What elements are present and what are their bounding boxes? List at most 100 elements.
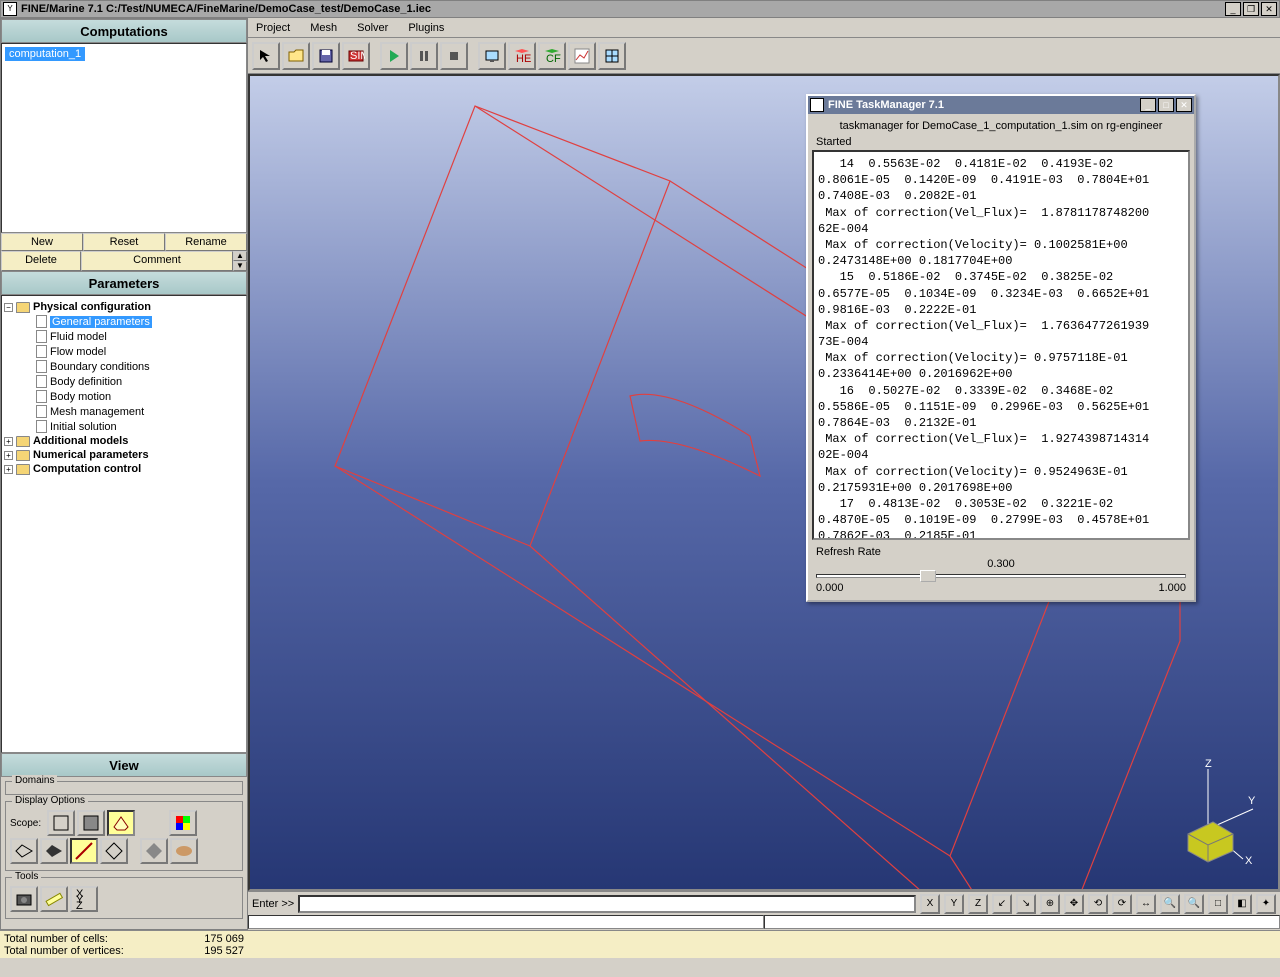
tool-grid[interactable] — [598, 42, 626, 70]
render-button[interactable]: ✦ — [1256, 894, 1276, 914]
view-btn-5[interactable]: ⟲ — [1088, 894, 1108, 914]
vertices-label: Total number of vertices: — [4, 945, 124, 957]
command-input[interactable] — [298, 895, 916, 913]
refresh-rate-slider[interactable] — [816, 574, 1186, 578]
menu-plugins[interactable]: Plugins — [404, 20, 448, 36]
close-button[interactable]: ✕ — [1261, 2, 1277, 16]
expand-icon[interactable]: + — [4, 437, 13, 446]
svg-text:HEX: HEX — [516, 53, 531, 65]
disp-btn-2[interactable] — [40, 838, 68, 864]
axis-z-button[interactable]: Z — [968, 894, 988, 914]
scope-btn-2[interactable] — [77, 810, 105, 836]
maximize-button[interactable]: ❐ — [1243, 2, 1259, 16]
tm-minimize-button[interactable]: _ — [1140, 98, 1156, 112]
scope-btn-3[interactable] — [107, 810, 135, 836]
tree-mesh-management[interactable]: Mesh management — [4, 404, 244, 419]
palette-btn[interactable] — [169, 810, 197, 836]
expand-icon[interactable]: + — [4, 465, 13, 474]
tm-close-button[interactable]: ✕ — [1176, 98, 1192, 112]
tool-save[interactable] — [312, 42, 340, 70]
tool-pause[interactable] — [410, 42, 438, 70]
viewport-3d[interactable]: Z Y X Y FINE TaskManager 7.1 _ □ ✕ — [248, 74, 1280, 891]
camera-tool[interactable] — [10, 886, 38, 912]
tm-maximize-button[interactable]: □ — [1158, 98, 1174, 112]
tree-numerical[interactable]: +Numerical parameters — [4, 448, 244, 462]
zoom-out-button[interactable]: 🔍 — [1184, 894, 1204, 914]
menu-solver[interactable]: Solver — [353, 20, 392, 36]
tree-label: General parameters — [50, 316, 152, 328]
minimize-button[interactable]: _ — [1225, 2, 1241, 16]
tree-label: Initial solution — [50, 421, 117, 433]
tree-additional[interactable]: +Additional models — [4, 434, 244, 448]
tree-flow-model[interactable]: Flow model — [4, 344, 244, 359]
spin-up[interactable]: ▲ — [233, 251, 247, 261]
tree-body-definition[interactable]: Body definition — [4, 374, 244, 389]
scope-btn-1[interactable] — [47, 810, 75, 836]
taskmanager-status: Started — [812, 134, 1190, 150]
axis-y-button[interactable]: Y — [944, 894, 964, 914]
tree-general-parameters[interactable]: General parameters — [4, 314, 244, 329]
taskmanager-subtitle: taskmanager for DemoCase_1_computation_1… — [812, 118, 1190, 134]
computation-item[interactable]: computation_1 — [5, 47, 85, 61]
tool-cfv[interactable]: CFV — [538, 42, 566, 70]
delete-button[interactable]: Delete — [1, 251, 81, 271]
tree-initial-solution[interactable]: Initial solution — [4, 419, 244, 434]
tree-physical[interactable]: − Physical configuration — [4, 300, 244, 314]
view-btn-2[interactable]: ↘ — [1016, 894, 1036, 914]
tool-monitor[interactable] — [478, 42, 506, 70]
view-btn-4[interactable]: ✥ — [1064, 894, 1084, 914]
collapse-icon[interactable]: − — [4, 303, 13, 312]
zoom-in-button[interactable]: 🔍 — [1160, 894, 1180, 914]
tool-select[interactable] — [252, 42, 280, 70]
view-btn-3[interactable]: ⊕ — [1040, 894, 1060, 914]
taskmanager-titlebar[interactable]: Y FINE TaskManager 7.1 _ □ ✕ — [808, 96, 1194, 114]
xyz-tool[interactable]: XYZ — [70, 886, 98, 912]
fit-button[interactable]: □ — [1208, 894, 1228, 914]
taskmanager-window[interactable]: Y FINE TaskManager 7.1 _ □ ✕ taskmanager… — [806, 94, 1196, 602]
tree-label: Computation control — [33, 463, 141, 475]
disp-btn-5[interactable] — [140, 838, 168, 864]
tree-body-motion[interactable]: Body motion — [4, 389, 244, 404]
tree-label: Fluid model — [50, 331, 107, 343]
menu-project[interactable]: Project — [252, 20, 294, 36]
doc-icon — [36, 360, 47, 373]
tool-chart[interactable] — [568, 42, 596, 70]
tool-play[interactable] — [380, 42, 408, 70]
tool-open[interactable] — [282, 42, 310, 70]
tree-fluid-model[interactable]: Fluid model — [4, 329, 244, 344]
tree-label: Body motion — [50, 391, 111, 403]
color-btn[interactable] — [170, 838, 198, 864]
view-btn-7[interactable]: ↔ — [1136, 894, 1156, 914]
parameters-header: Parameters — [1, 271, 247, 295]
tree-boundary-conditions[interactable]: Boundary conditions — [4, 359, 244, 374]
progress-1 — [248, 915, 764, 929]
computations-list[interactable]: computation_1 — [1, 43, 247, 233]
tools-fieldset: Tools XYZ — [5, 877, 243, 919]
spin-down[interactable]: ▼ — [233, 261, 247, 271]
refresh-min: 0.000 — [816, 582, 844, 594]
enter-label: Enter >> — [252, 898, 294, 910]
display-options-fieldset: Display Options Scope: — [5, 801, 243, 871]
svg-text:SIM: SIM — [350, 50, 365, 62]
slider-thumb[interactable] — [920, 570, 936, 582]
new-button[interactable]: New — [1, 233, 83, 251]
reset-button[interactable]: Reset — [83, 233, 165, 251]
view-btn-6[interactable]: ⟳ — [1112, 894, 1132, 914]
disp-btn-4[interactable] — [100, 838, 128, 864]
tree-control[interactable]: + Computation control — [4, 462, 244, 476]
tool-hex[interactable]: HEX — [508, 42, 536, 70]
parameters-tree[interactable]: − Physical configuration General paramet… — [1, 295, 247, 753]
view-btn-1[interactable]: ↙ — [992, 894, 1012, 914]
taskmanager-log[interactable]: 14 0.5563E-02 0.4181E-02 0.4193E-02 0.80… — [812, 150, 1190, 540]
expand-icon[interactable]: + — [4, 451, 13, 460]
ruler-tool[interactable] — [40, 886, 68, 912]
rename-button[interactable]: Rename — [165, 233, 247, 251]
disp-btn-1[interactable] — [10, 838, 38, 864]
disp-btn-3[interactable] — [70, 838, 98, 864]
tool-stop[interactable] — [440, 42, 468, 70]
comment-button[interactable]: Comment — [81, 251, 233, 271]
cube-view-button[interactable]: ◧ — [1232, 894, 1252, 914]
tool-sim[interactable]: SIM — [342, 42, 370, 70]
axis-x-button[interactable]: X — [920, 894, 940, 914]
menu-mesh[interactable]: Mesh — [306, 20, 341, 36]
